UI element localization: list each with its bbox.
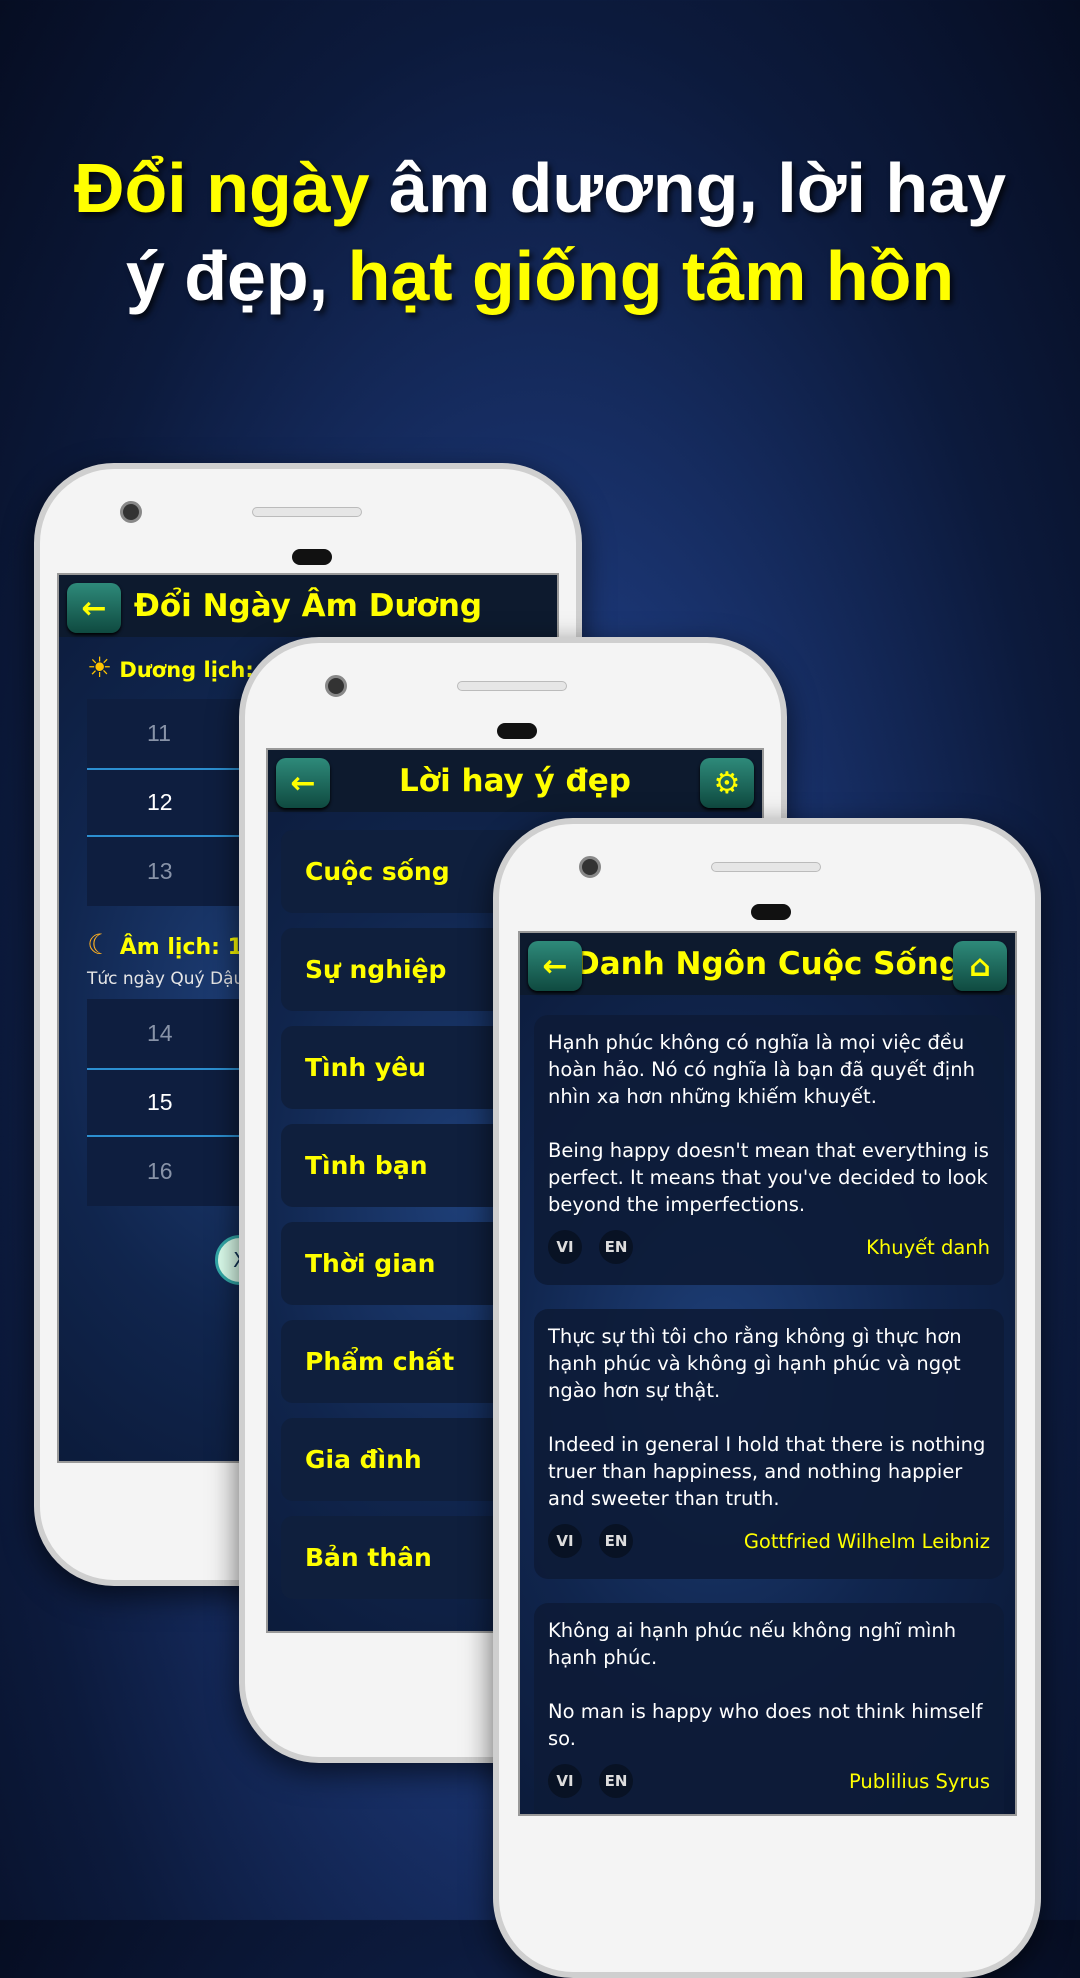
gears-icon: ⚙ (713, 765, 741, 801)
headline-text: âm dương, lời hay (369, 149, 1007, 227)
lunar-subtitle: Tức ngày Quý Dậu (87, 969, 245, 989)
speaker-grille (252, 507, 362, 517)
headline-text: ý đẹp, (125, 237, 348, 315)
solar-label-text: Dương lịch: (119, 658, 254, 682)
quote-author: Khuyết danh (866, 1235, 990, 1259)
en-button[interactable]: EN (599, 1230, 633, 1264)
settings-button[interactable]: ⚙ (700, 758, 754, 808)
speaker-grille (711, 862, 821, 872)
quote-vi: Hạnh phúc không có nghĩa là mọi việc đều… (548, 1031, 975, 1108)
quote-card: Thực sự thì tôi cho rằng không gì thực h… (534, 1309, 1004, 1579)
en-button[interactable]: EN (599, 1524, 633, 1558)
app-bar: ← Đổi Ngày Âm Dương (59, 575, 557, 637)
speaker-grille (457, 681, 567, 691)
arrow-left-icon: ← (81, 590, 107, 626)
moon-icon: ☾ (87, 928, 113, 961)
quote-vi: Thực sự thì tôi cho rằng không gì thực h… (548, 1325, 962, 1402)
app-bar: ← Lời hay ý đẹp ⚙ (268, 750, 762, 812)
headline-highlight: Đổi ngày (73, 149, 370, 227)
sun-icon: ☀ (87, 651, 113, 684)
vi-button[interactable]: VI (548, 1230, 582, 1264)
solar-label: ☀ Dương lịch: (87, 651, 254, 684)
quote-vi: Không ai hạnh phúc nếu không nghĩ mình h… (548, 1619, 957, 1669)
home-button[interactable]: ⌂ (953, 941, 1007, 991)
arrow-left-icon: ← (290, 765, 316, 801)
home-icon: ⌂ (969, 948, 991, 984)
back-button[interactable]: ← (67, 583, 121, 633)
headline-highlight: hạt giống tâm hồn (347, 237, 955, 315)
headline-line-2: ý đẹp, hạt giống tâm hồn (0, 226, 1080, 326)
phone-quotes-list: ← Danh Ngôn Cuộc Sống ⌂ Hạnh phúc không … (493, 818, 1041, 1978)
quote-en: Indeed in general I hold that there is n… (548, 1433, 986, 1510)
camera-icon (325, 675, 347, 697)
screen: ← Danh Ngôn Cuộc Sống ⌂ Hạnh phúc không … (518, 931, 1017, 1816)
app-bar: ← Danh Ngôn Cuộc Sống ⌂ (520, 933, 1015, 995)
lunar-label-text: Âm lịch: 1 (119, 935, 243, 960)
headline-line-1: Đổi ngày âm dương, lời hay (0, 138, 1080, 238)
en-button[interactable]: EN (599, 1764, 633, 1798)
page-title: Lời hay ý đẹp (399, 763, 631, 799)
quote-author: Publilius Syrus (849, 1769, 990, 1793)
quote-card: Không ai hạnh phúc nếu không nghĩ mình h… (534, 1603, 1004, 1814)
lunar-label: ☾ Âm lịch: 1 (87, 928, 243, 961)
quote-author: Gottfried Wilhelm Leibniz (743, 1529, 990, 1553)
vi-button[interactable]: VI (548, 1764, 582, 1798)
quote-en: Being happy doesn't mean that everything… (548, 1139, 989, 1216)
quote-card: Hạnh phúc không có nghĩa là mọi việc đều… (534, 1015, 1004, 1285)
page-title: Đổi Ngày Âm Dương (133, 588, 483, 624)
back-button[interactable]: ← (276, 758, 330, 808)
arrow-left-icon: ← (542, 948, 568, 984)
sensor (497, 723, 537, 739)
sensor (751, 904, 791, 920)
sensor (292, 549, 332, 565)
camera-icon (579, 856, 601, 878)
page-title: Danh Ngôn Cuộc Sống (573, 946, 962, 982)
camera-icon (120, 501, 142, 523)
back-button[interactable]: ← (528, 941, 582, 991)
quote-en: No man is happy who does not think himse… (548, 1700, 983, 1750)
vi-button[interactable]: VI (548, 1524, 582, 1558)
